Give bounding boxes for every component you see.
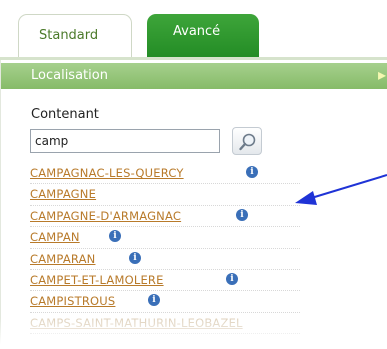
result-link[interactable]: CAMPAN — [30, 230, 80, 244]
magnifier-icon — [239, 133, 256, 151]
result-link[interactable]: CAMPARAN — [30, 252, 95, 266]
list-item: CAMPAGNE — [30, 184, 300, 206]
section-header[interactable]: Localisation ▸ — [1, 63, 387, 89]
list-item: CAMPAN i — [30, 227, 300, 249]
tab-avance[interactable]: Avancé — [147, 14, 259, 58]
result-link[interactable]: CAMPISTROUS — [30, 294, 115, 308]
info-icon[interactable]: i — [148, 294, 160, 307]
result-link[interactable]: CAMPET-ET-LAMOLERE — [30, 273, 164, 287]
list-item: CAMPAGNE-D'ARMAGNAC i — [30, 206, 300, 228]
results-list: CAMPAGNAC-LES-QUERCY i CAMPAGNE CAMPAGNE… — [30, 163, 300, 335]
list-item: CAMPS-SAINT-MATHURIN-LEOBAZEL — [30, 313, 300, 335]
info-icon[interactable]: i — [226, 272, 238, 285]
localisation-panel: Localisation ▸ Contenant CAMPAGNAC-LES-Q… — [0, 60, 387, 349]
tab-avance-label: Avancé — [173, 24, 221, 39]
section-title: Localisation — [31, 68, 108, 83]
contenant-label: Contenant — [31, 107, 99, 122]
result-link[interactable]: CAMPAGNE — [30, 187, 96, 201]
list-item: CAMPAGNAC-LES-QUERCY i — [30, 163, 300, 185]
tab-standard[interactable]: Standard — [18, 14, 132, 58]
search-button[interactable] — [232, 127, 262, 155]
result-link[interactable]: CAMPS-SAINT-MATHURIN-LEOBAZEL — [30, 316, 243, 330]
result-link[interactable]: CAMPAGNE-D'ARMAGNAC — [30, 209, 181, 223]
tab-bar: Standard Avancé — [0, 0, 387, 60]
tab-standard-label: Standard — [39, 28, 99, 43]
info-icon[interactable]: i — [236, 208, 248, 221]
info-icon[interactable]: i — [246, 166, 258, 178]
search-input[interactable] — [30, 129, 220, 153]
list-item: CAMPET-ET-LAMOLERE i — [30, 270, 300, 292]
collapse-icon[interactable]: ▸ — [378, 67, 387, 83]
result-link[interactable]: CAMPAGNAC-LES-QUERCY — [30, 166, 184, 180]
list-item: CAMPARAN i — [30, 249, 300, 270]
list-item: CAMPISTROUS i — [30, 291, 300, 313]
info-icon[interactable]: i — [109, 230, 121, 243]
info-icon[interactable]: i — [129, 251, 141, 264]
